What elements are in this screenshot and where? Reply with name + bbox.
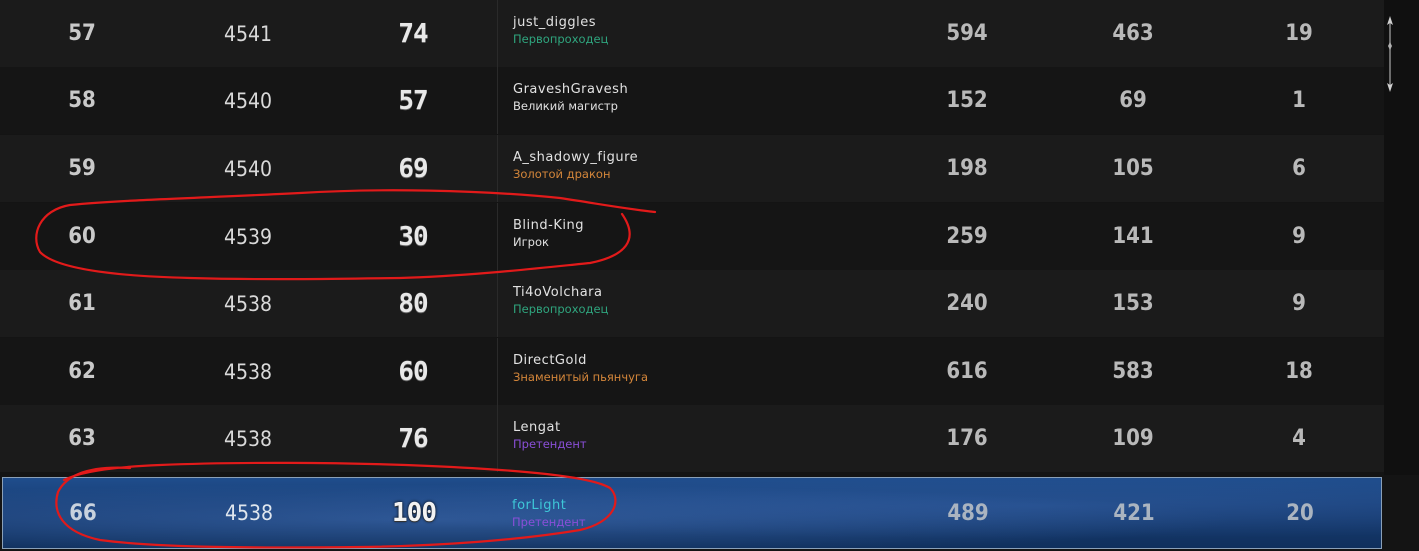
player-name[interactable]: forLight xyxy=(512,497,586,514)
player-name[interactable]: just_diggles xyxy=(513,14,608,31)
player-info: Lengat Претендент xyxy=(513,419,587,453)
rating: 4540 xyxy=(223,88,273,113)
stat-1: 616 xyxy=(946,359,988,384)
player-info: forLight Претендент xyxy=(512,497,586,531)
column-divider xyxy=(497,67,498,134)
scrollbar-thumb[interactable] xyxy=(1386,16,1394,92)
stat-3: 9 xyxy=(1292,224,1306,249)
rating: 4540 xyxy=(223,156,273,181)
current-player-row[interactable]: 66 4538 100 forLight Претендент 489 421 … xyxy=(2,477,1382,549)
stat-3: 4 xyxy=(1292,426,1306,451)
stat-2: 583 xyxy=(1112,359,1154,384)
level: 76 xyxy=(398,423,428,454)
level: 74 xyxy=(398,18,428,49)
place: 63 xyxy=(68,426,96,451)
player-name[interactable]: A_shadowy_figure xyxy=(513,149,638,166)
rating: 4538 xyxy=(223,291,273,316)
place: 60 xyxy=(68,224,96,249)
player-name[interactable]: GraveshGravesh xyxy=(513,81,628,98)
column-divider xyxy=(497,338,498,405)
player-title: Претендент xyxy=(513,437,587,451)
place: 62 xyxy=(68,359,96,384)
rating: 4538 xyxy=(223,426,273,451)
leaderboard-row[interactable]: 63 4538 76 Lengat Претендент 176 109 4 xyxy=(0,405,1384,472)
level: 69 xyxy=(398,153,428,184)
stat-3: 6 xyxy=(1292,156,1306,181)
leaderboard-row[interactable]: 62 4538 60 DirectGold Знаменитый пьянчуг… xyxy=(0,338,1384,405)
leaderboard-row[interactable]: 59 4540 69 A_shadowy_figure Золотой драк… xyxy=(0,135,1384,202)
player-name[interactable]: DirectGold xyxy=(513,352,648,369)
column-divider xyxy=(497,270,498,337)
stat-1: 198 xyxy=(946,156,988,181)
place: 57 xyxy=(68,21,96,46)
rating: 4541 xyxy=(223,21,273,46)
stat-2: 421 xyxy=(1113,500,1155,526)
leaderboard: 57 4541 74 just_diggles Первопроходец 59… xyxy=(0,0,1419,551)
stat-3: 19 xyxy=(1285,21,1313,46)
leaderboard-row[interactable]: 61 4538 80 Ti4oVolchara Первопроходец 24… xyxy=(0,270,1384,337)
column-divider xyxy=(497,203,498,270)
place: 61 xyxy=(68,291,96,316)
player-info: Ti4oVolchara Первопроходец xyxy=(513,284,608,318)
stat-3: 1 xyxy=(1292,88,1306,113)
stat-1: 240 xyxy=(946,291,988,316)
player-info: just_diggles Первопроходец xyxy=(513,14,608,48)
stat-2: 105 xyxy=(1112,156,1154,181)
player-title: Золотой дракон xyxy=(513,167,611,181)
player-info: DirectGold Знаменитый пьянчуга xyxy=(513,352,648,386)
player-info: GraveshGravesh Великий магистр xyxy=(513,81,628,115)
place: 59 xyxy=(68,156,96,181)
player-title: Первопроходец xyxy=(513,302,609,316)
place: 66 xyxy=(69,500,97,526)
stat-1: 594 xyxy=(946,21,988,46)
stat-1: 176 xyxy=(946,426,988,451)
stat-2: 141 xyxy=(1112,224,1154,249)
level: 60 xyxy=(398,356,428,387)
player-title: Первопроходец xyxy=(513,32,609,46)
level: 100 xyxy=(392,498,437,528)
player-name[interactable]: Lengat xyxy=(513,419,587,436)
player-title: Знаменитый пьянчуга xyxy=(513,370,649,384)
column-divider xyxy=(497,0,498,67)
stat-2: 153 xyxy=(1112,291,1154,316)
rating: 4539 xyxy=(223,224,273,249)
leaderboard-row[interactable]: 57 4541 74 just_diggles Первопроходец 59… xyxy=(0,0,1384,67)
leaderboard-row[interactable]: 58 4540 57 GraveshGravesh Великий магист… xyxy=(0,67,1384,134)
stat-3: 18 xyxy=(1285,359,1313,384)
column-divider xyxy=(497,405,498,472)
column-divider xyxy=(497,135,498,202)
player-name[interactable]: Blind-King xyxy=(513,217,584,234)
stat-1: 489 xyxy=(947,500,989,526)
stat-2: 109 xyxy=(1112,426,1154,451)
player-info: Blind-King Игрок xyxy=(513,217,584,251)
rating: 4538 xyxy=(223,359,273,384)
leaderboard-row[interactable]: 60 4539 30 Blind-King Игрок 259 141 9 xyxy=(0,203,1384,270)
stat-1: 152 xyxy=(946,88,988,113)
stat-2: 463 xyxy=(1112,21,1154,46)
player-title: Великий магистр xyxy=(513,99,618,113)
rating: 4538 xyxy=(224,501,274,525)
player-info: A_shadowy_figure Золотой дракон xyxy=(513,149,638,183)
player-name[interactable]: Ti4oVolchara xyxy=(513,284,608,301)
player-title: Игрок xyxy=(513,235,549,249)
place: 58 xyxy=(68,88,96,113)
level: 57 xyxy=(398,85,428,116)
player-title: Претендент xyxy=(512,515,586,529)
stat-3: 20 xyxy=(1286,500,1314,526)
level: 30 xyxy=(398,221,428,252)
stat-1: 259 xyxy=(946,224,988,249)
level: 80 xyxy=(398,288,428,319)
stat-3: 9 xyxy=(1292,291,1306,316)
stat-2: 69 xyxy=(1119,88,1147,113)
